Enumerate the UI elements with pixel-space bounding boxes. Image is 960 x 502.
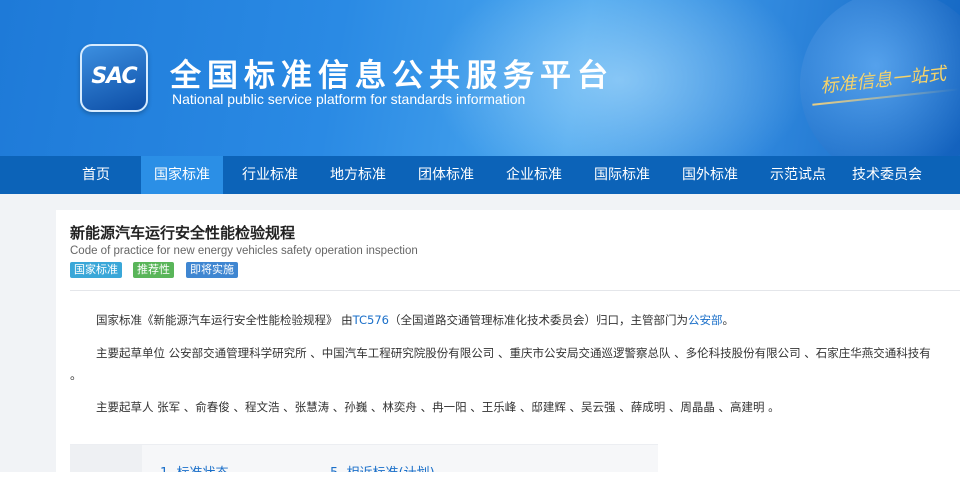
standard-title: 新能源汽车运行安全性能检验规程 bbox=[70, 224, 296, 242]
standard-intro: 国家标准《新能源汽车运行安全性能检验规程》 由TC576（全国道路交通管理标准化… bbox=[96, 312, 734, 328]
badge-upcoming: 即将实施 bbox=[186, 262, 238, 278]
intro-tc-name: （全国道路交通管理标准化技术委员会）归口，主管部门为 bbox=[389, 313, 688, 327]
drafters: 主要起草人 张军 、俞春俊 、程文浩 、张慧涛 、孙巍 、林奕舟 、冉一阳 、王… bbox=[96, 400, 780, 414]
drafting-units-end: 。 bbox=[70, 368, 83, 382]
nav-item-technical-committees[interactable]: 技术委员会 bbox=[841, 156, 933, 194]
badge-national-standard: 国家标准 bbox=[70, 262, 122, 278]
site-subtitle: National public service platform for sta… bbox=[172, 91, 526, 107]
nav-item-enterprise-standards[interactable]: 企业标准 bbox=[493, 156, 575, 194]
section-index-sidebar bbox=[70, 445, 142, 473]
tc-link[interactable]: TC576 bbox=[353, 313, 389, 327]
section-divider bbox=[70, 290, 960, 291]
intro-prefix: 国家标准《新能源汽车运行安全性能检验规程》 由 bbox=[96, 313, 353, 327]
nav-item-pilot-demonstration[interactable]: 示范试点 bbox=[757, 156, 839, 194]
badge-recommended: 推荐性 bbox=[133, 262, 174, 278]
nav-item-local-standards[interactable]: 地方标准 bbox=[317, 156, 399, 194]
nav-item-industry-standards[interactable]: 行业标准 bbox=[229, 156, 311, 194]
nav-item-national-standards[interactable]: 国家标准 bbox=[141, 156, 223, 194]
sac-logo[interactable]: SAC bbox=[80, 44, 148, 112]
nav-item-home[interactable]: 首页 bbox=[60, 156, 132, 194]
page-bottom-cutoff bbox=[0, 472, 960, 502]
standard-english-title: Code of practice for new energy vehicles… bbox=[70, 245, 418, 257]
nav-item-group-standards[interactable]: 团体标准 bbox=[405, 156, 487, 194]
main-nav: 首页 国家标准 行业标准 地方标准 团体标准 企业标准 国际标准 国外标准 示范… bbox=[0, 156, 960, 194]
intro-suffix: 。 bbox=[722, 313, 735, 327]
department-link[interactable]: 公安部 bbox=[688, 313, 723, 327]
site-title: 全国标准信息公共服务平台 bbox=[170, 58, 614, 94]
logo-text: SAC bbox=[91, 64, 137, 89]
nav-item-international-standards[interactable]: 国际标准 bbox=[581, 156, 663, 194]
nav-item-foreign-standards[interactable]: 国外标准 bbox=[669, 156, 751, 194]
drafting-units: 主要起草单位 公安部交通管理科学研究所 、中国汽车工程研究院股份有限公司 、重庆… bbox=[96, 346, 931, 360]
